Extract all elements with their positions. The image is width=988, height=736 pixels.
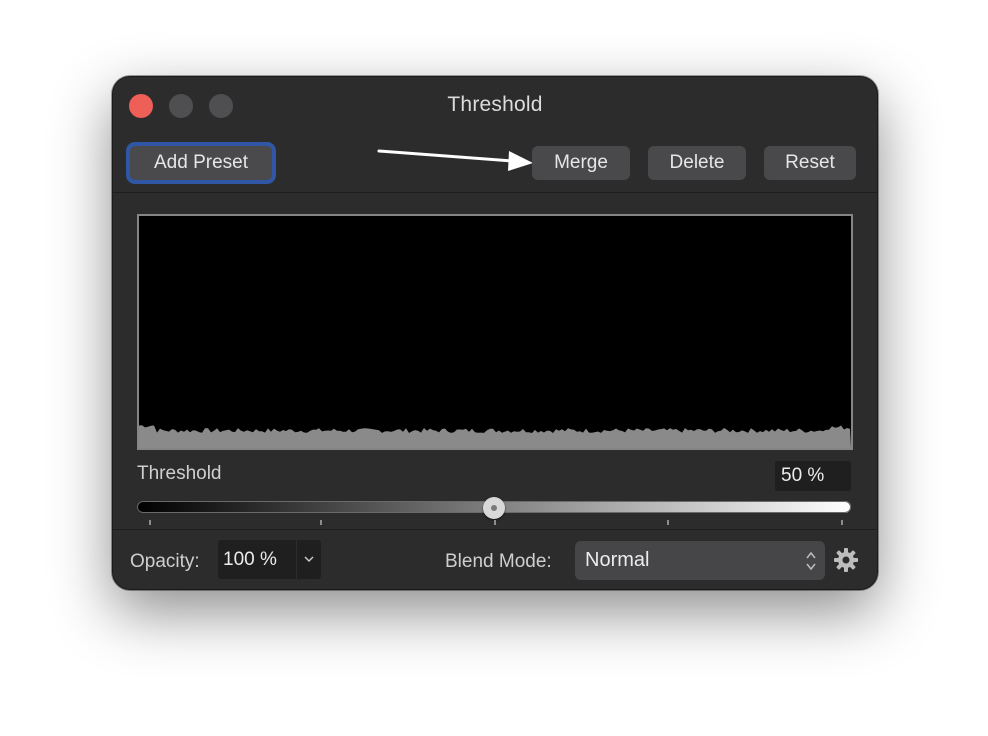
slider-tick [149, 520, 151, 525]
threshold-slider-thumb[interactable] [483, 497, 505, 519]
threshold-label: Threshold [137, 463, 222, 484]
threshold-value-field[interactable]: 50 % [775, 461, 851, 491]
opacity-dropdown-button[interactable] [297, 540, 321, 579]
blend-mode-value: Normal [585, 549, 650, 571]
histogram-graph [139, 425, 851, 448]
slider-tick [320, 520, 322, 525]
slider-tick [494, 520, 496, 525]
chevron-down-icon [304, 556, 314, 562]
footer-divider [113, 529, 877, 530]
updown-chevron-icon [806, 551, 816, 571]
opacity-label: Opacity: [130, 551, 200, 572]
add-preset-button[interactable]: Add Preset [126, 142, 276, 184]
blend-mode-select[interactable]: Normal [575, 541, 825, 580]
arrow-annotation-icon [377, 149, 533, 171]
window-title: Threshold [447, 93, 543, 116]
opacity-field[interactable]: 100 % [218, 540, 296, 579]
title-bar[interactable]: Threshold [113, 77, 877, 133]
histogram-fill [139, 425, 851, 448]
delete-button[interactable]: Delete [648, 146, 746, 180]
toolbar-divider [113, 192, 877, 193]
slider-tick [667, 520, 669, 525]
reset-button[interactable]: Reset [764, 146, 856, 180]
slider-tick [841, 520, 843, 525]
blend-mode-label: Blend Mode: [445, 551, 552, 572]
page: Threshold Add Preset Merge Delete Reset … [0, 0, 988, 736]
histogram [137, 214, 853, 450]
threshold-window: Threshold Add Preset Merge Delete Reset … [112, 76, 878, 590]
gear-icon[interactable] [833, 547, 859, 573]
merge-button[interactable]: Merge [532, 146, 630, 180]
